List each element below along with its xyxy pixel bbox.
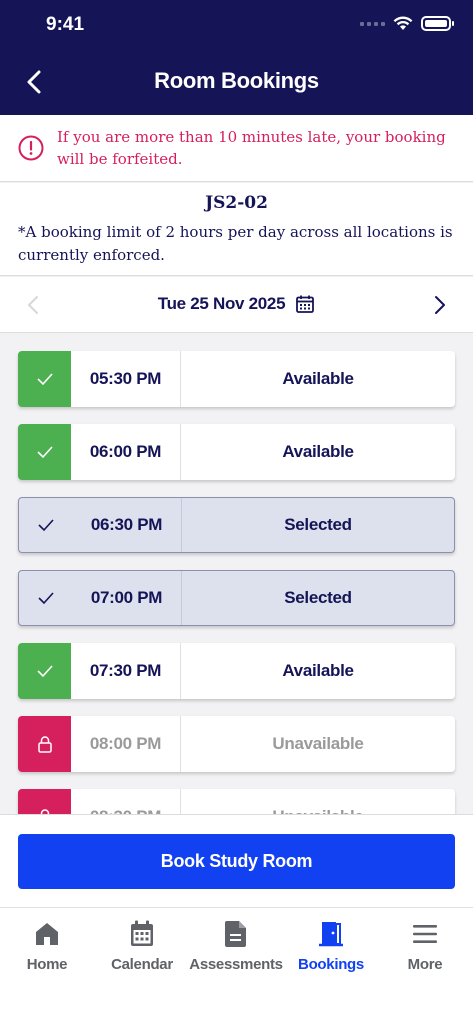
time-slot[interactable]: 06:00 PM Available (18, 424, 455, 480)
time-slot[interactable]: 05:30 PM Available (18, 351, 455, 407)
time-slot[interactable]: 06:30 PM Selected (18, 497, 455, 553)
menu-icon (410, 918, 440, 950)
date-selector: Tue 25 Nov 2025 (0, 277, 473, 333)
bottom-tab-bar: Home Calendar Assessments Bookings More (0, 907, 473, 1024)
tab-bookings[interactable]: Bookings (284, 918, 378, 973)
time-slot[interactable]: 07:00 PM Selected (18, 570, 455, 626)
room-info: JS2-02 *A booking limit of 2 hours per d… (0, 183, 473, 276)
tab-label: Home (26, 956, 68, 973)
slot-time: 05:30 PM (71, 351, 181, 407)
check-icon (18, 643, 71, 699)
status-icons (360, 16, 454, 31)
slot-status: Unavailable (272, 734, 364, 753)
tab-more[interactable]: More (378, 918, 472, 973)
slot-status: Available (282, 661, 354, 680)
late-warning-banner: If you are more than 10 minutes late, yo… (0, 115, 473, 182)
app-header: 9:41 Room Bookings (0, 0, 473, 115)
check-icon (18, 351, 71, 407)
check-icon (18, 424, 71, 480)
slot-time: 08:00 PM (71, 716, 181, 772)
tab-home[interactable]: Home (0, 918, 94, 973)
tab-assessments[interactable]: Assessments (189, 918, 283, 973)
door-icon (316, 918, 346, 950)
selected-date: Tue 25 Nov 2025 (157, 294, 286, 313)
slot-status: Selected (284, 588, 352, 607)
lock-icon (18, 716, 71, 772)
lock-icon (18, 789, 71, 814)
calendar-icon (296, 295, 315, 313)
document-icon (221, 918, 251, 950)
slot-status: Selected (284, 515, 352, 534)
slot-time: 06:30 PM (72, 498, 182, 552)
date-picker[interactable]: Tue 25 Nov 2025 (0, 294, 473, 314)
slot-status: Available (282, 442, 354, 461)
warning-text: If you are more than 10 minutes late, yo… (57, 128, 446, 168)
time-slot-list[interactable]: 05:30 PM Available 06:00 PM Available 06… (0, 334, 473, 814)
tab-calendar[interactable]: Calendar (95, 918, 189, 973)
tab-label: Bookings (298, 956, 364, 973)
next-date-button[interactable] (427, 293, 451, 317)
slot-status: Available (282, 369, 354, 388)
slot-time: 06:00 PM (71, 424, 181, 480)
signal-icon (360, 21, 385, 26)
page-title: Room Bookings (154, 68, 319, 93)
slot-time: 08:30 PM (71, 789, 181, 814)
book-area: Book Study Room (0, 814, 473, 907)
home-icon (32, 918, 62, 950)
time-slot[interactable]: 08:00 PM Unavailable (18, 716, 455, 772)
booking-limit-note: *A booking limit of 2 hours per day acro… (18, 223, 453, 264)
tab-label: Calendar (111, 956, 173, 973)
slot-time: 07:00 PM (72, 571, 182, 625)
tab-label: More (407, 956, 443, 973)
slot-status: Unavailable (181, 789, 455, 814)
battery-icon (421, 16, 454, 31)
check-icon (19, 498, 72, 552)
alert-circle-icon (18, 135, 44, 161)
room-name: JS2-02 (205, 193, 268, 213)
tab-label: Assessments (189, 956, 283, 973)
check-icon (19, 571, 72, 625)
wifi-icon (393, 16, 413, 30)
time-slot[interactable]: 08:30 PM Unavailable (18, 789, 455, 814)
calendar-icon (127, 918, 157, 950)
time-slot[interactable]: 07:30 PM Available (18, 643, 455, 699)
book-study-room-button[interactable]: Book Study Room (18, 834, 455, 889)
slot-time: 07:30 PM (71, 643, 181, 699)
status-time: 9:41 (46, 14, 85, 35)
